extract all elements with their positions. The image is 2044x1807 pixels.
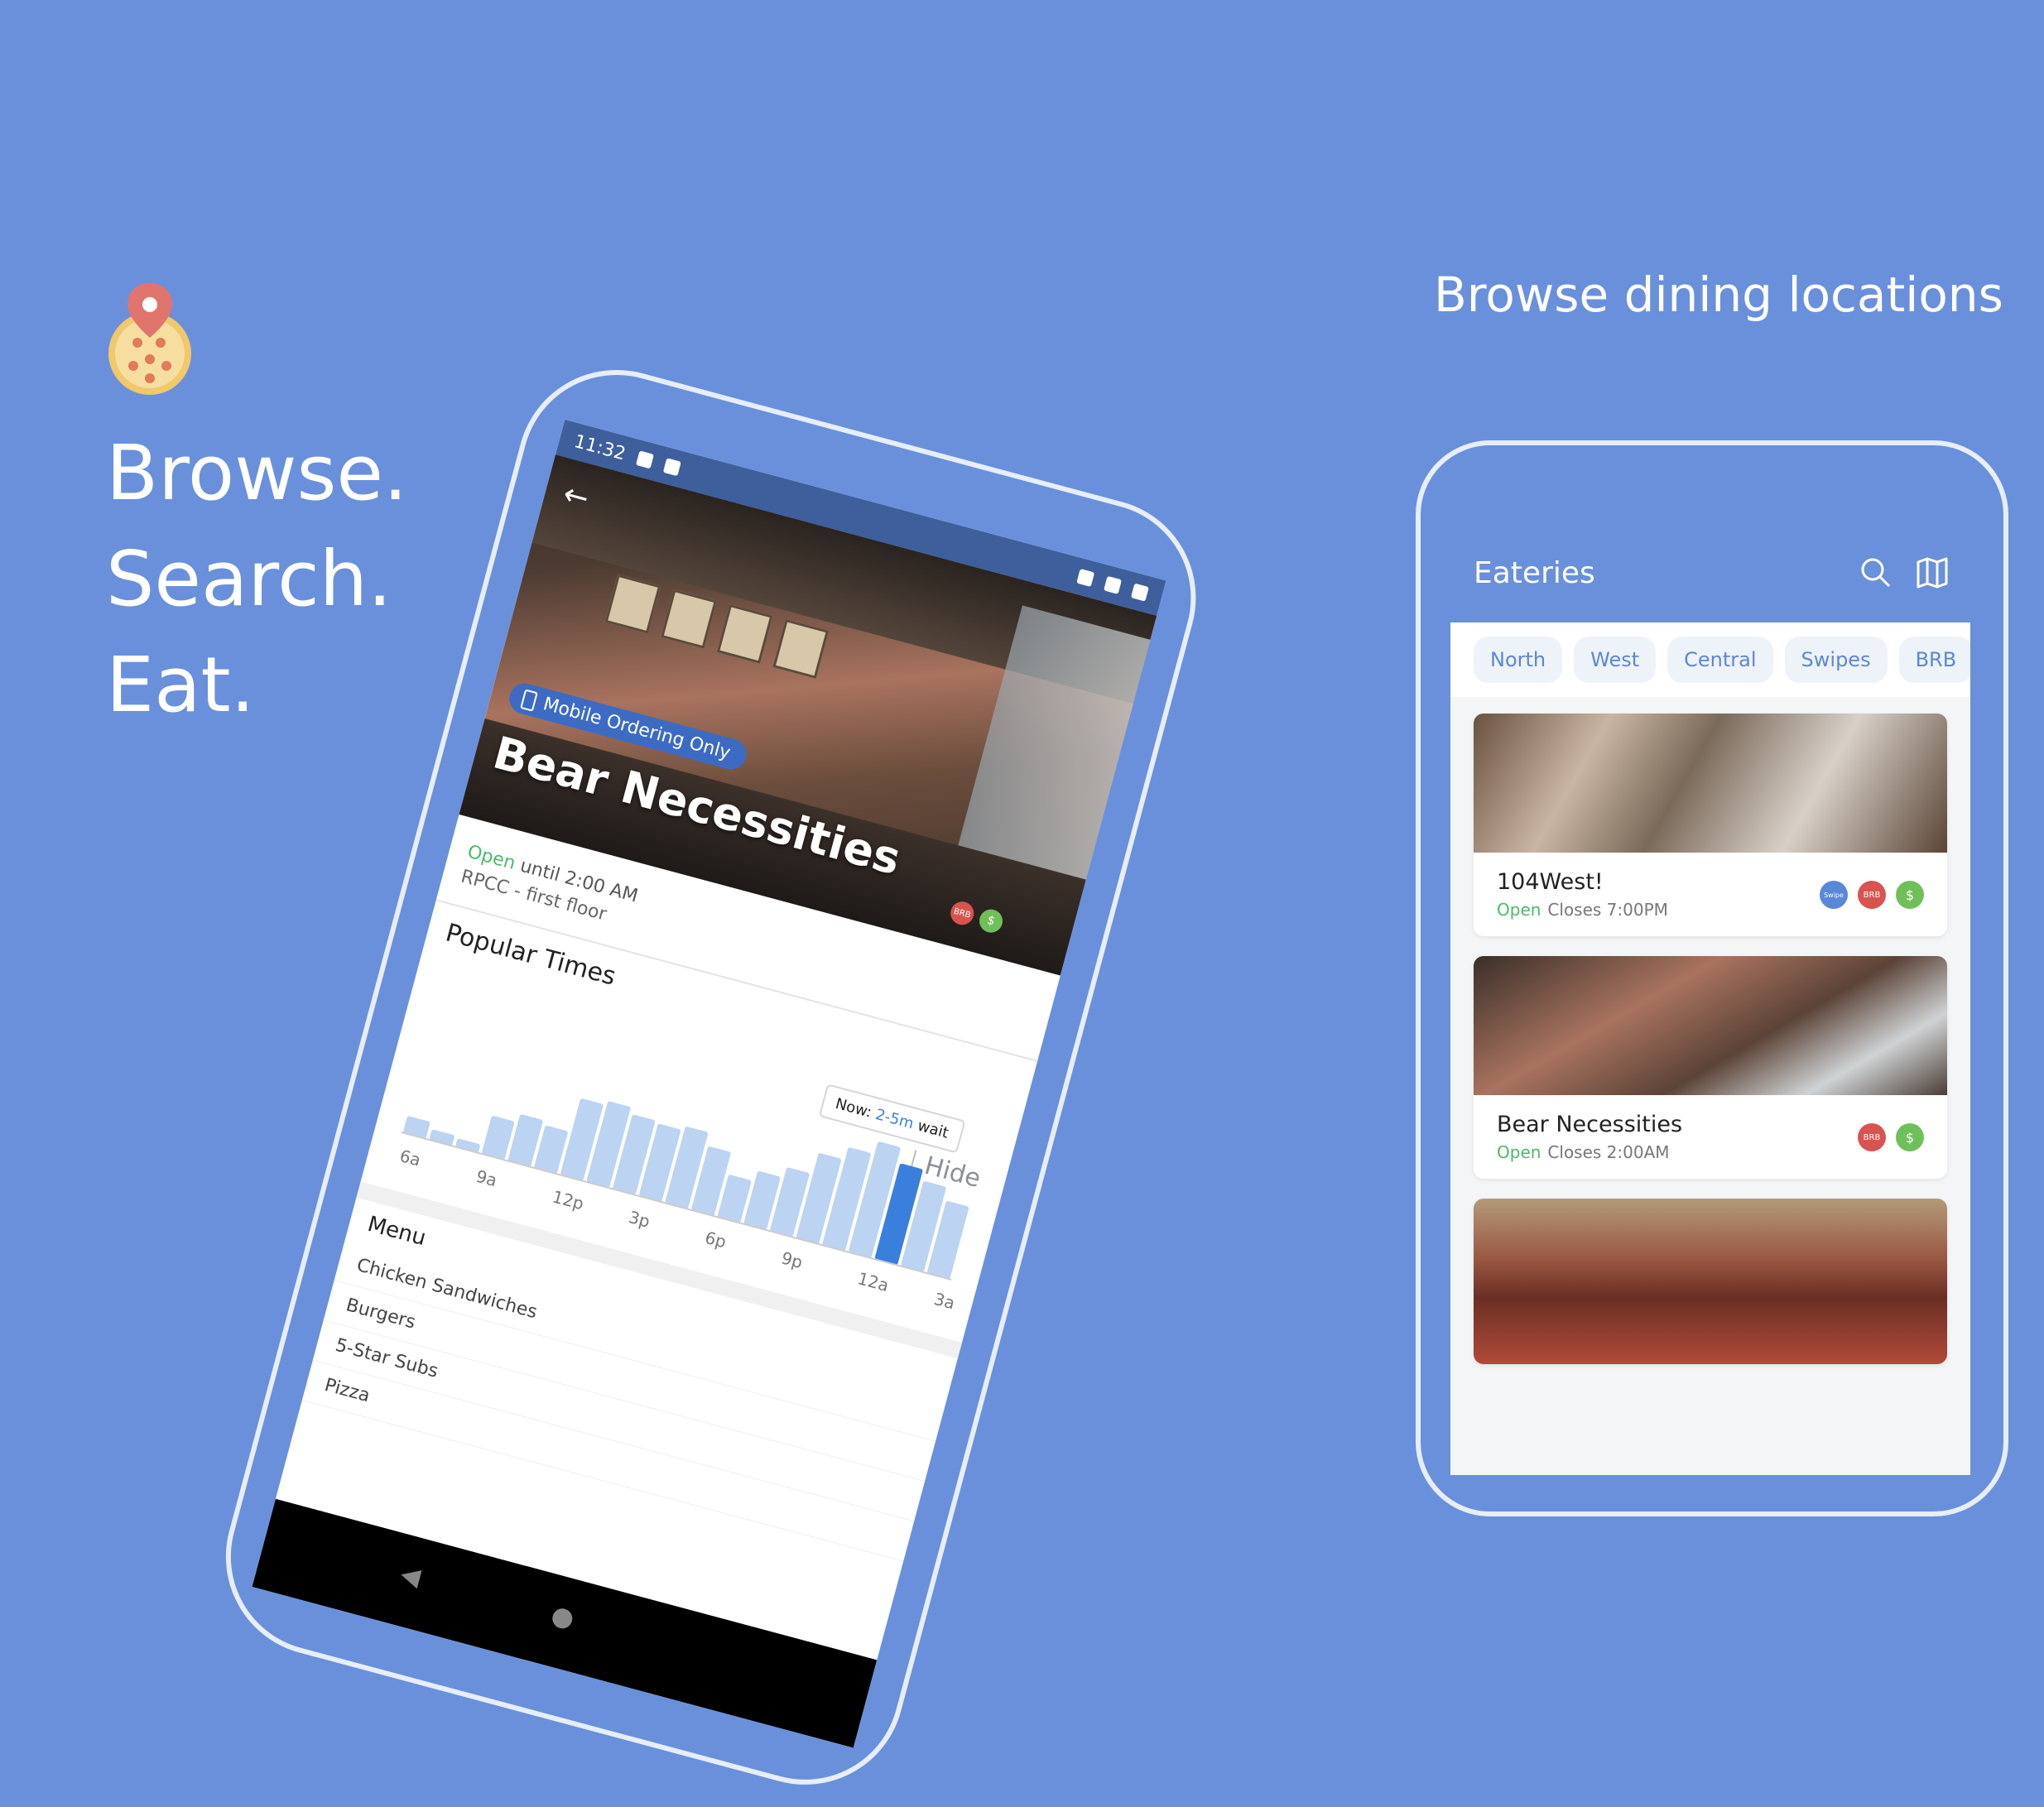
eatery-list: 104West! Open Closes 7:00PM Swipe BRB $ B… xyxy=(1450,697,1970,1475)
x-tick-label: 6a xyxy=(397,1146,422,1170)
dollar-badge: $ xyxy=(1896,1123,1924,1151)
tagline-line-1: Browse. xyxy=(106,429,408,517)
eatery-card-image xyxy=(1474,1199,1947,1364)
pizza-pin-logo-icon xyxy=(108,283,191,395)
eatery-card-image xyxy=(1474,956,1947,1095)
brb-badge: BRB xyxy=(1858,1123,1886,1151)
filter-chip-west[interactable]: West xyxy=(1574,637,1657,683)
eatery-card[interactable]: Bear Necessities Open Closes 2:00AM BRB $ xyxy=(1474,956,1947,1179)
tooltip-connector xyxy=(911,1150,917,1167)
filter-chips: North West Central Swipes BRB xyxy=(1450,622,1970,697)
x-tick-label: 3a xyxy=(932,1289,957,1314)
chart-bar xyxy=(403,1116,430,1139)
swipe-badge: Swipe xyxy=(1820,881,1848,909)
closes-text: Closes 2:00AM xyxy=(1547,1142,1670,1162)
tagline-line-2: Search. xyxy=(106,535,392,623)
eatery-card[interactable] xyxy=(1474,1199,1947,1364)
notification-icon xyxy=(636,450,655,469)
filter-chip-brb[interactable]: BRB xyxy=(1898,637,1970,683)
nav-home-icon[interactable] xyxy=(550,1606,575,1632)
tooltip-suffix: wait xyxy=(916,1117,951,1142)
filter-chip-swipes[interactable]: Swipes xyxy=(1784,637,1888,683)
search-icon[interactable] xyxy=(1859,556,1893,589)
x-tick-label: 12a xyxy=(855,1268,891,1295)
open-label: Open xyxy=(1497,1142,1541,1162)
closes-text: Closes 7:00PM xyxy=(1547,900,1668,920)
headline: Browse dining locations xyxy=(1434,267,2003,323)
dollar-badge: $ xyxy=(1896,881,1924,909)
wifi-icon xyxy=(1104,575,1123,594)
eatery-card[interactable]: 104West! Open Closes 7:00PM Swipe BRB $ xyxy=(1474,714,1947,936)
tagline: Browse. Search. Eat. xyxy=(106,421,407,738)
filter-chip-central[interactable]: Central xyxy=(1667,637,1773,683)
notification-icon xyxy=(663,458,682,477)
tooltip-prefix: Now: xyxy=(833,1094,874,1122)
x-tick-label: 6p xyxy=(703,1228,729,1252)
map-icon[interactable] xyxy=(1916,556,1949,589)
list-phone: Eateries North West Central Swipes BRB 1… xyxy=(1416,440,2008,1516)
eatery-card-image xyxy=(1474,714,1947,853)
status-time: 11:32 xyxy=(571,430,628,465)
tagline-line-3: Eat. xyxy=(106,641,255,729)
open-label: Open xyxy=(1497,900,1541,920)
app-bar-title: Eateries xyxy=(1474,555,1595,590)
app-bar: Eateries xyxy=(1450,523,1970,622)
tooltip-wait: 2-5m xyxy=(873,1105,916,1133)
x-tick-label: 9a xyxy=(474,1166,499,1191)
x-tick-label: 3p xyxy=(627,1207,652,1232)
x-tick-label: 9p xyxy=(779,1247,805,1272)
location-icon xyxy=(1076,569,1095,588)
phone-icon xyxy=(520,688,538,712)
x-tick-label: 12p xyxy=(551,1186,586,1213)
filter-chip-north[interactable]: North xyxy=(1474,637,1563,683)
nav-back-icon[interactable]: ◀ xyxy=(397,1559,423,1593)
list-screen: Eateries North West Central Swipes BRB 1… xyxy=(1450,523,1970,1516)
battery-icon xyxy=(1130,583,1149,602)
brb-badge: BRB xyxy=(1858,881,1886,909)
